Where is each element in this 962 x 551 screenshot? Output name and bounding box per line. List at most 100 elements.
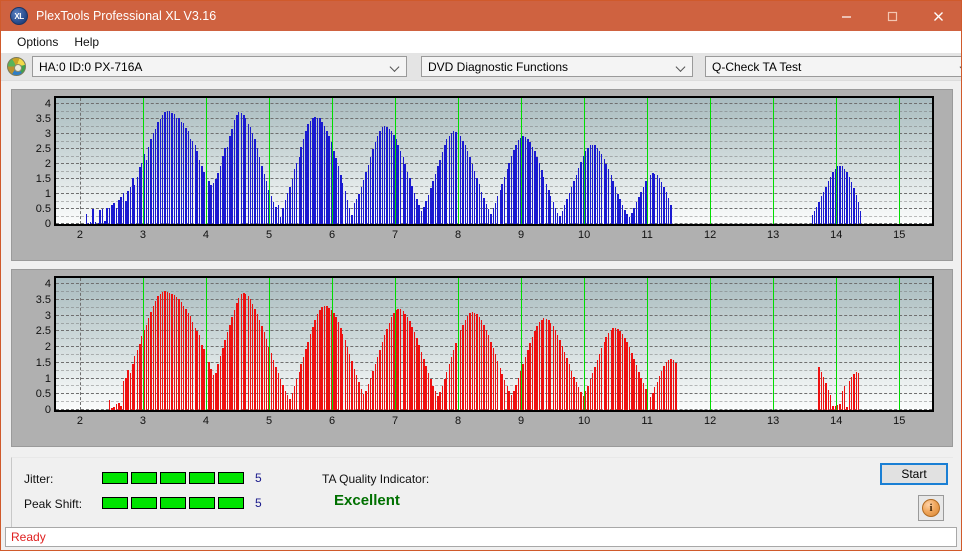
chart-bar — [480, 320, 483, 410]
menu-item-help[interactable]: Help — [66, 33, 107, 51]
chart-bar — [189, 138, 191, 224]
x-axis-label: 6 — [328, 229, 336, 241]
x-axis-tick — [332, 224, 333, 226]
chart-bar — [425, 366, 427, 410]
chart-bar — [614, 187, 617, 224]
track-marker — [899, 98, 901, 224]
chart-bar — [601, 154, 603, 224]
chart-bar — [448, 135, 450, 224]
chart-bar — [265, 181, 268, 224]
chart-bar — [432, 385, 434, 410]
chart-bar — [328, 136, 330, 224]
x-axis-label: 5 — [265, 229, 273, 241]
chart-bar — [286, 394, 288, 410]
menu-item-options[interactable]: Options — [9, 33, 66, 51]
chart-bar — [175, 117, 178, 224]
chart-bar — [628, 347, 631, 410]
chart-bar — [210, 185, 212, 224]
chart-bar — [653, 173, 656, 224]
chart-bar — [413, 192, 416, 224]
chart-bar — [670, 359, 672, 410]
y-axis-tick-minor — [54, 201, 56, 202]
x-axis-tick — [80, 410, 81, 412]
chevron-down-icon — [677, 62, 686, 71]
x-axis-tick-minor — [427, 410, 428, 412]
chart-bar — [649, 174, 651, 224]
y-axis-label: 1 — [44, 188, 51, 200]
chart-bar — [127, 191, 129, 224]
meter-segment — [189, 472, 215, 484]
chart-bar — [196, 151, 198, 224]
chart-bar — [386, 328, 388, 410]
info-icon: i — [922, 499, 940, 517]
chart-bar — [328, 307, 330, 410]
chart-bar — [663, 366, 665, 410]
x-axis-label: 10 — [577, 229, 591, 241]
minimize-icon[interactable] — [823, 1, 869, 31]
chart-bar — [663, 186, 665, 224]
chart-bar — [379, 131, 381, 224]
close-icon[interactable] — [915, 1, 961, 31]
x-axis-tick — [899, 410, 900, 412]
chart-bar — [251, 303, 254, 410]
chart-bar — [494, 354, 496, 410]
drive-select[interactable]: HA:0 ID:0 PX-716A — [32, 56, 407, 77]
jitter-chart-panel: 0 0.5 1 1.5 2 2.5 3 3.5 4 2 3 4 5 6 7 8 9 10 11 12 13 14 15 — [11, 89, 953, 261]
chart-bar — [101, 209, 104, 224]
y-axis-tick — [54, 148, 56, 149]
meter-segment — [189, 497, 215, 509]
y-axis-tick — [54, 315, 56, 316]
chart-bar — [829, 394, 832, 410]
chart-bar — [850, 182, 853, 224]
jitter-meter — [102, 472, 244, 484]
chart-bar — [524, 137, 527, 224]
chart-bar — [147, 318, 150, 410]
chart-bar — [348, 208, 351, 224]
ta-quality-indicator-label: TA Quality Indicator: — [322, 472, 430, 486]
x-axis-tick — [710, 224, 711, 226]
x-axis-tick — [395, 224, 396, 226]
y-axis-tick-minor — [54, 338, 56, 339]
start-button[interactable]: Start — [880, 463, 948, 485]
info-button[interactable]: i — [918, 495, 944, 521]
chart-bar — [446, 371, 448, 410]
y-axis-label: 0.5 — [35, 203, 51, 215]
y-axis-label: 1.5 — [35, 356, 51, 369]
x-axis-label: 15 — [893, 229, 906, 241]
chart-bar — [566, 199, 568, 224]
peak-shift-chart-plot[interactable] — [54, 276, 934, 412]
chart-bar — [379, 349, 381, 410]
x-axis-label: 11 — [641, 415, 653, 427]
x-axis-tick — [206, 224, 207, 226]
chart-bar — [515, 144, 517, 224]
chart-bar — [605, 164, 607, 224]
chart-bar — [476, 314, 478, 410]
chart-bar — [344, 340, 346, 410]
chart-bar — [365, 390, 367, 410]
chart-bar — [621, 204, 624, 224]
function-select[interactable]: DVD Diagnostic Functions — [421, 56, 693, 77]
jitter-chart-plot[interactable] — [54, 96, 934, 226]
chart-bar — [515, 384, 517, 410]
track-marker — [332, 278, 334, 410]
chart-bar — [591, 372, 594, 410]
chart-bar — [247, 296, 249, 410]
status-text: Ready — [11, 530, 46, 544]
chart-bar — [531, 337, 534, 410]
chart-bar — [279, 379, 282, 410]
chart-bar — [302, 138, 305, 224]
x-axis-tick-minor — [111, 410, 112, 412]
test-select[interactable]: Q-Check TA Test — [705, 56, 961, 77]
menu-bar: Options Help — [1, 31, 961, 53]
chart-bar — [136, 350, 138, 410]
x-axis-tick-minor — [364, 224, 365, 226]
chart-bar — [850, 377, 853, 410]
x-axis-tick-minor — [238, 410, 239, 412]
maximize-icon[interactable] — [869, 1, 915, 31]
chart-bar — [150, 311, 152, 410]
chart-bar — [425, 200, 427, 224]
x-axis-label: 6 — [328, 415, 336, 427]
chart-bar — [115, 208, 118, 224]
chart-bar — [601, 347, 603, 410]
x-axis-tick-minor — [868, 224, 869, 226]
